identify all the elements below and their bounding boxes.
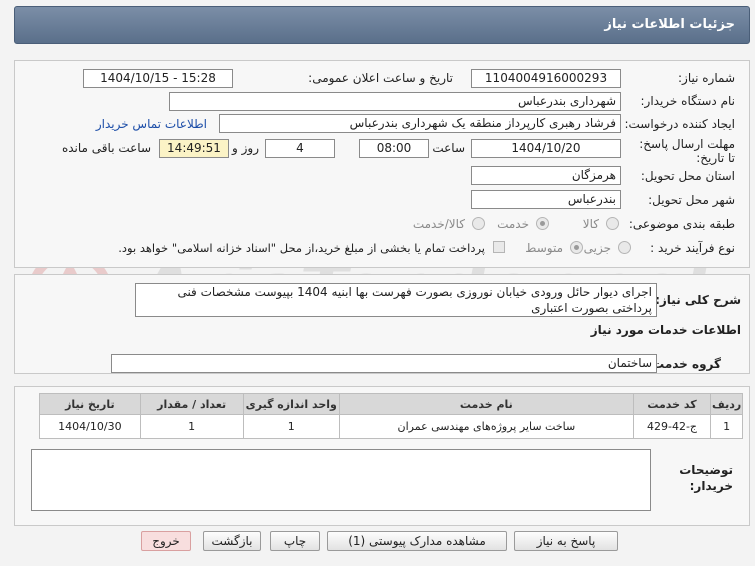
days-field: 4 (265, 139, 335, 158)
payment-note: پرداخت تمام یا بخشی از مبلغ خرید،از محل … (118, 241, 485, 255)
creator-label: ایجاد کننده درخواست: (624, 117, 735, 131)
announce-label: تاریخ و ساعت اعلان عمومی: (308, 71, 453, 85)
view-attachments-button[interactable]: مشاهده مدارک پیوستی (1) (327, 531, 507, 551)
info-panel: شماره نیاز: 1104004916000293 تاریخ و ساع… (14, 60, 750, 268)
deadline-time-label: ساعت (432, 141, 465, 155)
col-name: نام خدمت (339, 393, 634, 415)
need-number-field: 1104004916000293 (471, 69, 621, 88)
buyer-notes-label-2: خریدار: (689, 479, 733, 493)
creator-field: فرشاد رهبری کارپرداز منطقه یک شهرداری بن… (219, 114, 621, 133)
col-row: ردیف (710, 393, 743, 415)
contact-buyer-link[interactable]: اطلاعات تماس خریدار (96, 117, 207, 131)
print-button[interactable]: چاپ (270, 531, 320, 551)
province-label: استان محل تحویل: (640, 169, 735, 183)
services-panel: ردیف کد خدمت نام خدمت واحد اندازه گیری ت… (14, 386, 750, 526)
process-option-medium: متوسط (525, 241, 563, 255)
category-option-goods: کالا (582, 217, 599, 231)
deadline-label: مهلت ارسال پاسخ: تا تاریخ: (639, 137, 735, 165)
deadline-date-field: 1404/10/20 (471, 139, 621, 158)
cell-unit: 1 (242, 414, 341, 439)
description-label: شرح کلی نیاز: (655, 293, 741, 307)
remaining-time-field: 14:49:51 (159, 139, 229, 158)
city-label: شهر محل تحویل: (648, 193, 735, 207)
category-radio-goods-service[interactable] (472, 217, 485, 230)
province-field: هرمزگان (471, 166, 621, 185)
exit-button[interactable]: خروج (141, 531, 191, 551)
cell-row: 1 (710, 414, 743, 439)
reply-button[interactable]: پاسخ به نیاز (514, 531, 618, 551)
announce-field: 1404/10/15 - 15:28 (83, 69, 233, 88)
col-code: کد خدمت (632, 393, 712, 415)
buyer-notes-label-1: توضیحات (679, 463, 733, 477)
col-date: تاریخ نیاز (39, 393, 141, 415)
col-qty: تعداد / مقدار (139, 393, 244, 415)
service-group-field: ساختمان (111, 354, 657, 373)
back-button[interactable]: بازگشت (203, 531, 261, 551)
services-section-title: اطلاعات خدمات مورد نیاز (590, 323, 741, 337)
buyer-label: نام دستگاه خریدار: (640, 94, 736, 108)
treasury-checkbox[interactable] (493, 241, 505, 253)
page-title: جزئیات اطلاعات نیاز (604, 17, 735, 32)
remaining-label: ساعت باقی مانده (61, 141, 151, 155)
description-panel: شرح کلی نیاز: اجرای دیوار حائل ورودی خیا… (14, 274, 750, 374)
process-option-minor: جزیی (583, 241, 611, 255)
service-group-label: گروه خدمت: (647, 357, 721, 371)
need-number-label: شماره نیاز: (678, 71, 735, 85)
page-header: جزئیات اطلاعات نیاز (14, 6, 750, 44)
cell-date: 1404/10/30 (39, 414, 141, 439)
description-field: اجرای دیوار حائل ورودی خیابان نوروزی بصو… (135, 283, 657, 317)
days-label: روز و (232, 141, 259, 155)
buyer-notes-field[interactable] (31, 449, 651, 511)
buyer-field: شهرداری بندرعباس (169, 92, 621, 111)
cell-name: ساخت سایر پروژه‌های مهندسی عمران (339, 414, 634, 439)
category-label: طبقه بندی موضوعی: (628, 217, 735, 231)
services-table: ردیف کد خدمت نام خدمت واحد اندازه گیری ت… (39, 393, 743, 439)
process-label: نوع فرآیند خرید : (650, 241, 735, 255)
deadline-time-field: 08:00 (359, 139, 429, 158)
process-radio-medium[interactable] (570, 241, 583, 254)
category-option-goods-service: کالا/خدمت (412, 217, 465, 231)
table-row: 1 ج-42-429 ساخت سایر پروژه‌های مهندسی عم… (39, 414, 743, 439)
cell-qty: 1 (139, 414, 244, 439)
city-field: بندرعباس (471, 190, 621, 209)
category-radio-goods[interactable] (606, 217, 619, 230)
table-header-row: ردیف کد خدمت نام خدمت واحد اندازه گیری ت… (39, 393, 743, 415)
col-unit: واحد اندازه گیری (242, 393, 341, 415)
category-option-service: خدمت (497, 217, 529, 231)
process-radio-minor[interactable] (618, 241, 631, 254)
cell-code: ج-42-429 (632, 414, 712, 439)
category-radio-service[interactable] (536, 217, 549, 230)
